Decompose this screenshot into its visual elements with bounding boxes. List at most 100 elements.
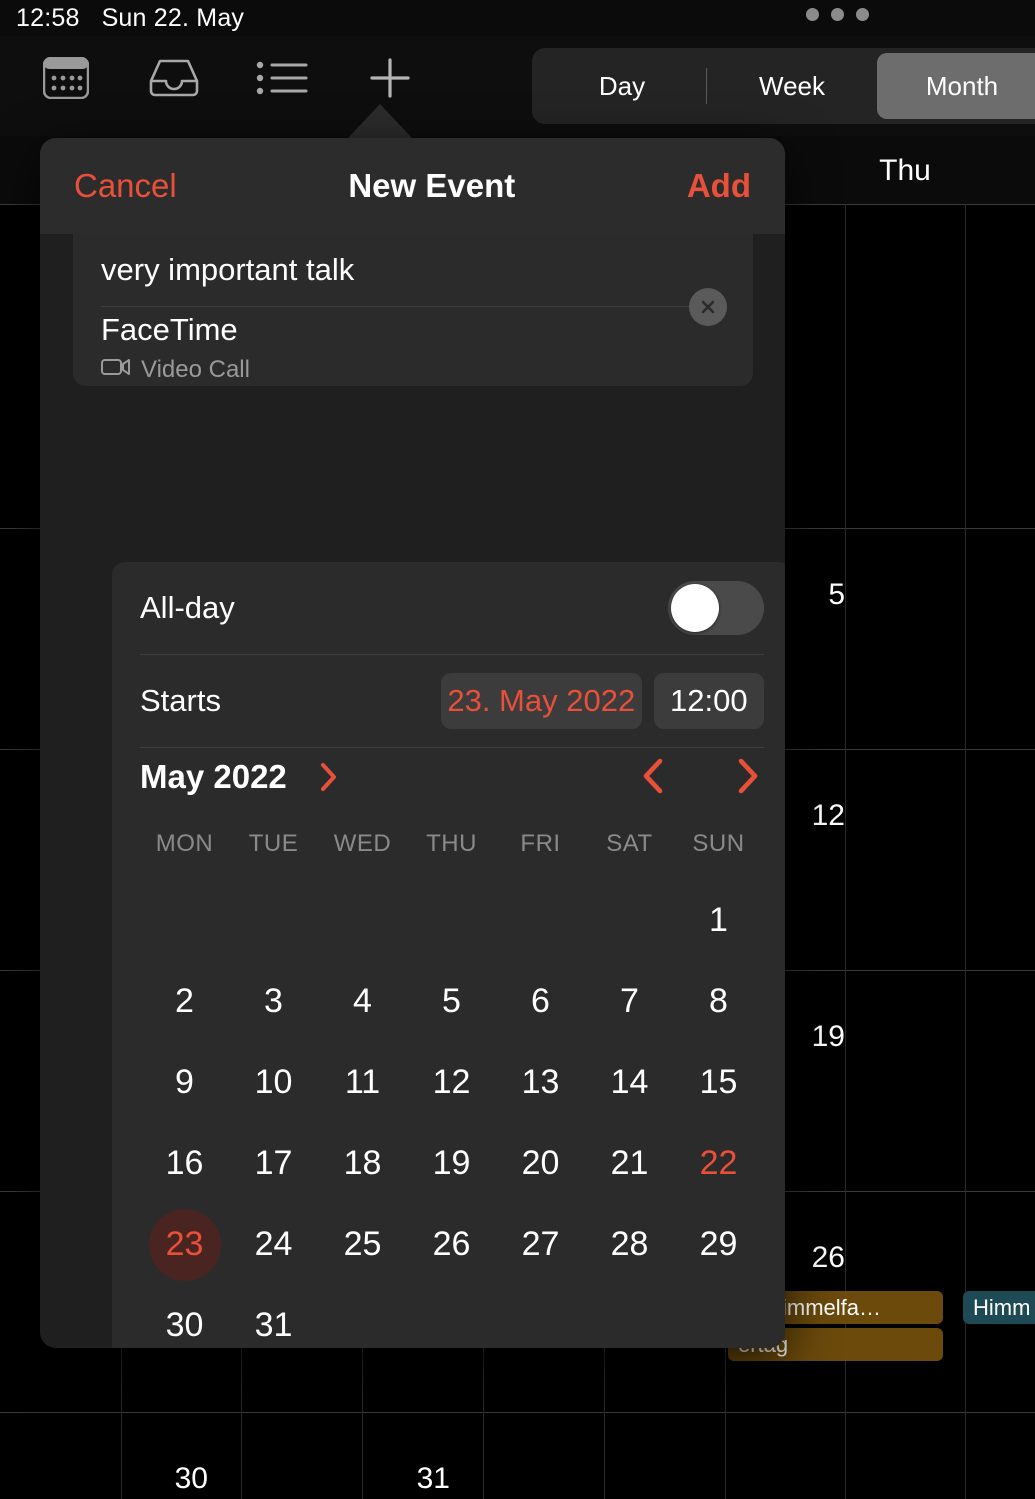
picker-day[interactable]: 21 — [594, 1128, 666, 1200]
cancel-button[interactable]: Cancel — [74, 167, 177, 205]
tab-month[interactable]: Month — [877, 53, 1035, 119]
picker-day[interactable]: 10 — [238, 1047, 310, 1119]
picker-day[interactable]: 9 — [149, 1047, 221, 1119]
starts-date-button[interactable]: 23. May 2022 — [440, 673, 642, 729]
tab-day[interactable]: Day — [537, 53, 707, 119]
picker-weekday-row: MON TUE WED THU FRI SAT SUN — [140, 830, 764, 858]
weekday-thu: THU — [426, 830, 477, 857]
picker-day[interactable]: 25 — [327, 1209, 399, 1281]
picker-day[interactable]: 20 — [505, 1128, 577, 1200]
picker-week-row: 1 — [140, 880, 764, 961]
picker-day[interactable]: 31 — [238, 1290, 310, 1349]
plus-icon[interactable] — [362, 50, 418, 106]
picker-day[interactable]: 2 — [149, 966, 221, 1038]
list-icon[interactable] — [254, 50, 310, 106]
picker-week-row: 9 10 11 12 13 14 15 — [140, 1042, 764, 1123]
picker-day[interactable]: 26 — [416, 1209, 488, 1281]
popover-arrow — [348, 104, 412, 138]
all-day-row[interactable]: All-day — [112, 562, 785, 654]
popover-body: very important talk FaceTime Video Call — [40, 234, 785, 1348]
picker-day[interactable]: 17 — [238, 1128, 310, 1200]
tab-week[interactable]: Week — [707, 53, 877, 119]
picker-day — [327, 885, 399, 957]
starts-row: Starts 23. May 2022 12:00 — [112, 655, 785, 747]
day-number[interactable]: 30 — [96, 1462, 208, 1496]
picker-day[interactable]: 29 — [683, 1209, 755, 1281]
screen: 12:58 Sun 22. May Day Week Month Thu 5 1… — [0, 0, 1035, 1499]
picker-day[interactable]: 5 — [416, 966, 488, 1038]
event-title-input[interactable]: very important talk — [101, 234, 354, 306]
weekday-sat: SAT — [606, 830, 653, 857]
weekday-wed: WED — [333, 830, 392, 857]
close-circle-icon[interactable] — [689, 288, 727, 326]
picker-week-row: 23 24 25 26 27 28 29 — [140, 1204, 764, 1285]
picker-day — [505, 885, 577, 957]
status-date: Sun 22. May — [101, 3, 245, 32]
picker-day[interactable]: 18 — [327, 1128, 399, 1200]
tab-day-label: Day — [598, 70, 646, 101]
day-number[interactable]: 31 — [338, 1462, 450, 1496]
picker-day[interactable]: 8 — [683, 966, 755, 1038]
weekday-tue: TUE — [248, 830, 299, 857]
video-camera-icon — [101, 356, 131, 384]
picker-day[interactable]: 24 — [238, 1209, 310, 1281]
divider — [101, 306, 725, 307]
chevron-right-icon[interactable] — [318, 760, 340, 802]
app-toolbar: Day Week Month — [0, 36, 1035, 136]
facetime-subtitle: Video Call — [141, 356, 250, 383]
all-day-label: All-day — [140, 590, 235, 625]
weekday-header-thu: Thu — [879, 154, 931, 187]
new-event-popover: Cancel New Event Add very important talk… — [40, 138, 785, 1348]
picker-week-row: 16 17 18 19 20 21 22 — [140, 1123, 764, 1204]
picker-day[interactable]: 3 — [238, 966, 310, 1038]
picker-month-label[interactable]: May 2022 — [140, 758, 287, 796]
schedule-card: All-day Starts 23. May 2022 12:00 May 20… — [112, 562, 785, 1348]
picker-day[interactable]: 19 — [416, 1128, 488, 1200]
tab-month-label: Month — [925, 70, 999, 101]
event-details-card: very important talk FaceTime Video Call — [73, 234, 753, 386]
picker-day — [505, 1290, 577, 1349]
picker-day[interactable]: 7 — [594, 966, 666, 1038]
starts-label: Starts — [140, 683, 221, 718]
view-segmented-control[interactable]: Day Week Month — [532, 48, 1035, 124]
calendar-icon[interactable] — [38, 50, 94, 106]
picker-week-row: 2 3 4 5 6 7 8 — [140, 961, 764, 1042]
picker-day[interactable]: 14 — [594, 1047, 666, 1119]
starts-time-button[interactable]: 12:00 — [653, 673, 764, 729]
picker-day-today[interactable]: 22 — [683, 1128, 755, 1200]
popover-title: New Event — [348, 167, 516, 204]
picker-day — [594, 1290, 666, 1349]
picker-day — [594, 885, 666, 957]
picker-day[interactable]: 28 — [594, 1209, 666, 1281]
picker-day-grid: 1 2 3 4 5 6 7 8 9 10 11 12 13 14 15 16 1… — [140, 880, 764, 1348]
facetime-subtitle-row: Video Call — [101, 356, 250, 384]
picker-day[interactable]: 11 — [327, 1047, 399, 1119]
inbox-icon[interactable] — [146, 50, 202, 106]
picker-day[interactable]: 16 — [149, 1128, 221, 1200]
picker-day[interactable]: 12 — [416, 1047, 488, 1119]
weekday-mon: MON — [155, 830, 214, 857]
picker-day — [327, 1290, 399, 1349]
picker-next-button[interactable] — [730, 754, 764, 798]
picker-prev-button[interactable] — [637, 754, 671, 798]
picker-day[interactable]: 4 — [327, 966, 399, 1038]
event-chip[interactable]: Himm — [963, 1291, 1035, 1324]
picker-day-selected[interactable]: 23 — [148, 1208, 221, 1281]
picker-day[interactable]: 27 — [505, 1209, 577, 1281]
add-button[interactable]: Add — [687, 167, 751, 205]
all-day-toggle[interactable] — [668, 581, 764, 635]
picker-day[interactable]: 13 — [505, 1047, 577, 1119]
picker-day — [238, 885, 310, 957]
more-dots-icon — [806, 8, 869, 21]
status-bar: 12:58 Sun 22. May — [0, 0, 1035, 36]
facetime-label: FaceTime — [101, 312, 238, 347]
date-picker-header: May 2022 — [140, 752, 764, 822]
picker-day[interactable]: 15 — [683, 1047, 755, 1119]
picker-day[interactable]: 1 — [683, 885, 755, 957]
picker-day[interactable]: 30 — [149, 1290, 221, 1349]
divider — [140, 747, 764, 748]
status-time: 12:58 — [16, 3, 80, 32]
picker-week-row: 30 31 — [140, 1285, 764, 1348]
weekday-fri: FRI — [520, 830, 561, 857]
picker-day[interactable]: 6 — [505, 966, 577, 1038]
